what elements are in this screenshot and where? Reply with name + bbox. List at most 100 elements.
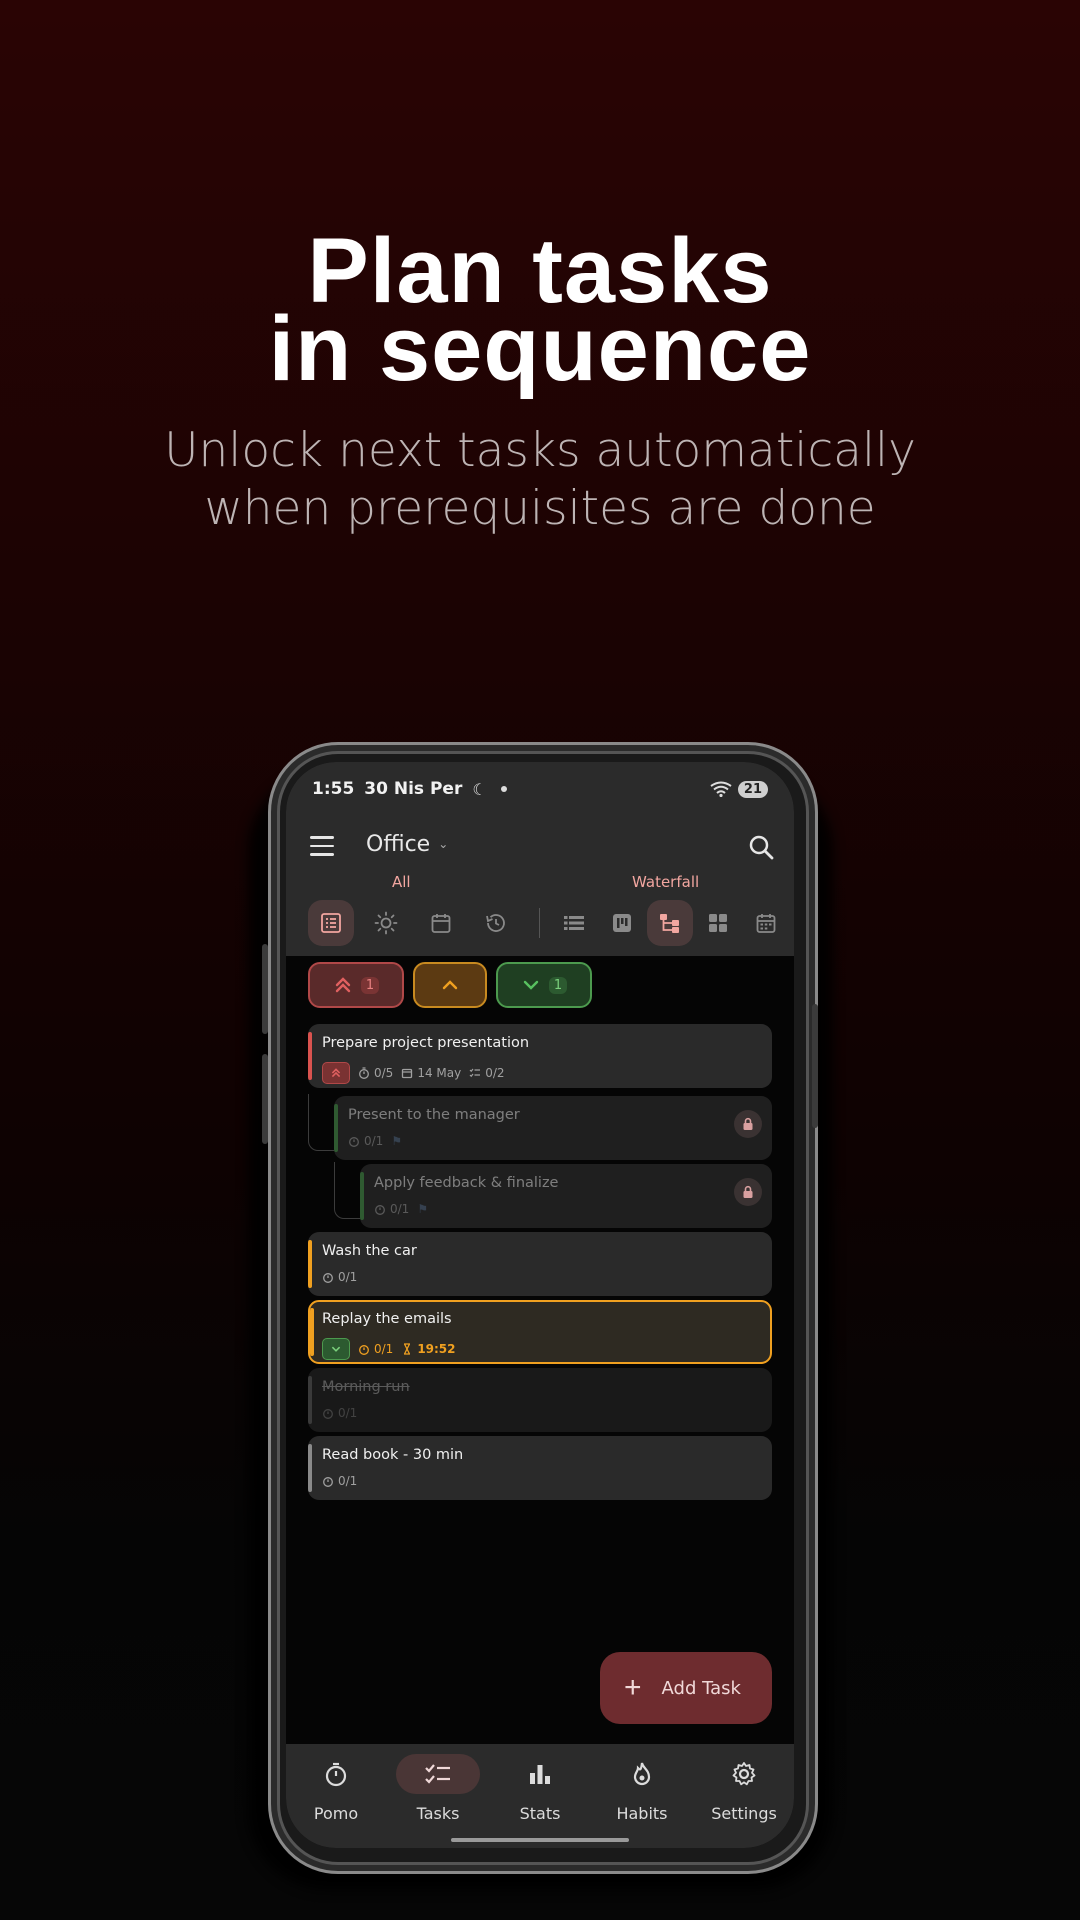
task-item[interactable]: Read book - 30 min 0/1 [308,1436,772,1500]
view-all-tasks[interactable] [308,900,354,946]
filter-chip-high[interactable]: 1 [308,962,404,1008]
app-screen: 1:55 30 Nis Per ☾ 21 Office ⌄ All Waterfa… [286,762,794,1848]
task-item-active[interactable]: Replay the emails 0/1 19:52 [308,1300,772,1364]
home-indicator[interactable] [451,1838,629,1842]
task-title: Read book - 30 min [322,1447,464,1463]
filter-chip-high-count: 1 [360,976,380,994]
task-meta: 0/1 ⚑ [348,1134,402,1148]
toolbar: Office ⌄ [286,822,794,872]
task-item[interactable]: Apply feedback & finalize 0/1 ⚑ [360,1164,772,1228]
task-pomo-count: 0/1 [374,1342,394,1356]
task-meta: 0/1 [322,1406,357,1420]
timer-icon [323,1409,333,1419]
status-bar: 1:55 30 Nis Per ☾ 21 [312,774,768,804]
view-list[interactable] [551,900,597,946]
nav-label: Settings [711,1804,777,1823]
view-group-label-all: All [392,873,411,891]
history-icon [486,914,505,932]
task-pomo-count: 0/1 [364,1134,384,1148]
app-bar: 1:55 30 Nis Per ☾ 21 Office ⌄ All Waterfa… [286,762,794,956]
task-item[interactable]: Wash the car 0/1 [308,1232,772,1296]
calendar-icon [402,1068,413,1079]
add-task-label: Add Task [661,1677,741,1699]
gear-icon [732,1762,756,1786]
nav-settings[interactable]: Settings [694,1754,794,1834]
nav-label: Stats [519,1804,561,1823]
task-pomo-count: 0/1 [390,1202,410,1216]
task-meta: 0/5 14 May 0/2 [322,1062,505,1084]
task-title: Morning run [322,1379,410,1395]
task-item[interactable]: Morning run 0/1 [308,1368,772,1432]
list-icon [564,916,584,930]
dependency-connector [334,1162,361,1219]
nav-tasks[interactable]: Tasks [388,1754,488,1834]
task-list-icon [321,913,341,933]
task-item[interactable]: Present to the manager 0/1 ⚑ [334,1096,772,1160]
status-time: 1:55 [312,779,355,799]
view-group-label-waterfall: Waterfall [632,873,700,891]
task-title: Prepare project presentation [322,1035,530,1051]
priority-bar [308,1376,312,1424]
task-due-date: 14 May [417,1066,462,1080]
hero-title: Plan tasks in sequence [0,225,1080,400]
checklist-icon [425,1764,450,1784]
bar-chart-icon [530,1765,550,1784]
phone-side-button [262,944,268,1034]
hero-subtitle: Unlock next tasks automatically when pre… [0,422,1080,538]
hero-subtitle-line1: Unlock next tasks automatically [164,423,916,478]
chevron-up-icon [442,980,458,990]
nav-habits[interactable]: Habits [592,1754,692,1834]
wifi-icon [710,781,732,797]
menu-icon[interactable] [310,836,334,856]
timer-icon [359,1067,369,1079]
sun-icon [374,911,398,935]
task-title: Apply feedback & finalize [374,1175,559,1191]
add-task-button[interactable]: + Add Task [600,1652,772,1724]
timer-icon [323,1477,333,1487]
priority-bar [308,1444,312,1492]
view-history[interactable] [473,900,519,946]
filter-chip-medium[interactable] [413,962,487,1008]
chevron-down-icon: ⌄ [438,837,449,851]
waterfall-icon [660,914,679,933]
timer-icon [323,1273,333,1283]
filter-chip-low-count: 1 [548,976,568,994]
double-chevron-up-icon [331,1068,341,1078]
priority-bar [308,1240,312,1288]
nav-stats[interactable]: Stats [490,1754,590,1834]
chevron-down-icon [331,1346,341,1352]
flag-icon: ⚑ [391,1134,403,1148]
filter-chip-low[interactable]: 1 [496,962,592,1008]
timer-icon [349,1137,359,1147]
view-upcoming[interactable] [418,900,464,946]
view-matrix[interactable] [695,900,741,946]
nav-label: Pomo [313,1804,359,1823]
notification-dot-icon [500,786,507,792]
timer-icon [375,1205,385,1215]
view-switcher [286,900,794,948]
nav-label: Habits [616,1804,668,1823]
nav-pomo[interactable]: Pomo [286,1754,386,1834]
hero-title-line2: in sequence [268,298,812,400]
kanban-icon [613,914,631,932]
hourglass-icon [404,1343,411,1355]
flag-icon: ⚑ [417,1202,429,1216]
view-waterfall[interactable] [647,900,693,946]
phone-side-button [262,1054,268,1144]
task-meta: 0/1 [322,1474,357,1488]
view-calendar[interactable] [743,900,789,946]
task-title: Present to the manager [348,1107,520,1123]
calendar-month-icon [756,914,776,933]
task-subtask-count: 0/2 [485,1066,505,1080]
view-kanban[interactable] [599,900,645,946]
task-item[interactable]: Prepare project presentation 0/5 14 May … [308,1024,772,1088]
search-icon[interactable] [744,830,780,866]
dependency-connector [308,1094,335,1151]
task-pomo-count: 0/1 [338,1474,358,1488]
task-title: Wash the car [322,1243,417,1259]
project-selector[interactable]: Office ⌄ [366,832,448,857]
stopwatch-icon [325,1762,347,1787]
lock-icon [734,1178,762,1206]
view-today[interactable] [363,900,409,946]
double-chevron-up-icon [335,977,351,993]
